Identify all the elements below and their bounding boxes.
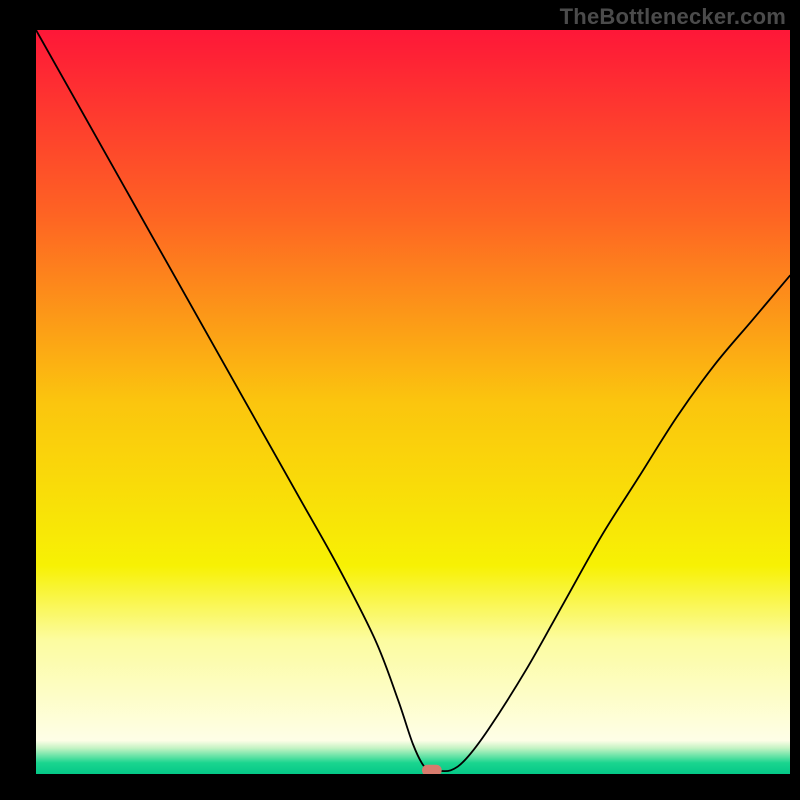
gradient-rect: [36, 30, 790, 774]
watermark-text: TheBottlenecker.com: [560, 4, 786, 30]
plot-area: [36, 30, 790, 774]
chart-frame: TheBottlenecker.com: [0, 0, 800, 800]
optimum-marker: [422, 765, 442, 774]
chart-svg: [36, 30, 790, 774]
